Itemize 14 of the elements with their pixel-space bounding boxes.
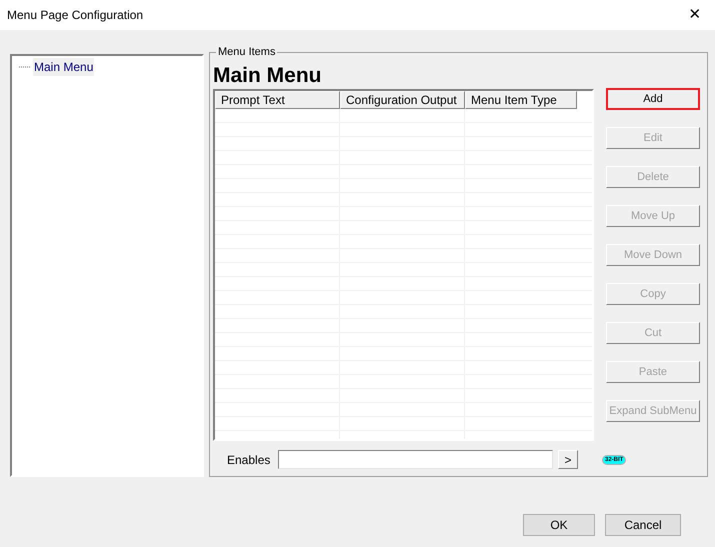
column-header[interactable]: Configuration Output <box>340 91 465 109</box>
tree-connector-icon <box>19 66 31 68</box>
column-header[interactable]: Prompt Text <box>215 91 340 109</box>
column-header[interactable]: Menu Item Type <box>465 91 577 109</box>
browse-button[interactable]: > <box>558 450 578 469</box>
close-button[interactable]: ✕ <box>675 0 715 30</box>
action-button[interactable]: Add <box>606 88 700 110</box>
enables-label: Enables <box>227 452 272 468</box>
tree-item[interactable]: Main Menu <box>33 58 94 76</box>
window-title: Menu Page Configuration <box>7 7 144 24</box>
menu-heading: Main Menu <box>213 63 322 89</box>
enables-field[interactable] <box>278 450 553 469</box>
dialog-button[interactable]: OK <box>523 514 595 536</box>
dialog-button[interactable]: Cancel <box>605 514 681 536</box>
